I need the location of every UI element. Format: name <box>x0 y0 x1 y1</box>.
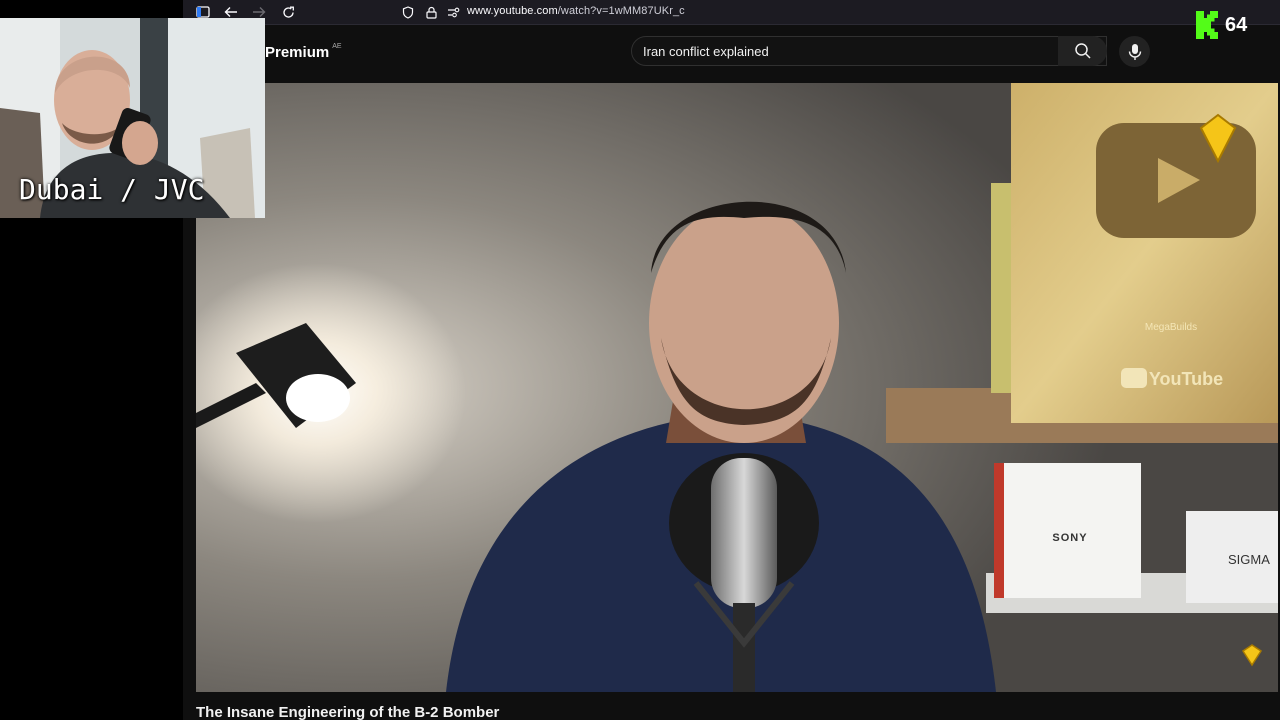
youtube-masthead: Premium AE Iran conflict explained <box>183 25 1280 82</box>
sony-box <box>1001 463 1141 598</box>
microphone <box>711 458 777 608</box>
kick-logo-icon <box>1196 11 1218 39</box>
lock-icon[interactable] <box>423 4 439 20</box>
video-frame-illustration: MegaBuilds YouTube SONY SIGMA <box>196 83 1278 692</box>
sigma-label: SIGMA <box>1228 552 1270 567</box>
plaque-name: MegaBuilds <box>1145 322 1197 333</box>
browser-toolbar: www.youtube.com/watch?v=1wMM87UKr_c <box>183 0 1280 25</box>
youtube-premium-logo[interactable]: Premium AE <box>265 43 342 61</box>
video-player[interactable]: MegaBuilds YouTube SONY SIGMA <box>196 83 1278 692</box>
voice-search-button[interactable] <box>1119 36 1150 67</box>
kick-viewer-badge: 64 <box>1196 11 1247 39</box>
sony-label: SONY <box>1052 532 1087 544</box>
url-path: /watch?v=1wMM87UKr_c <box>557 5 685 17</box>
search-icon <box>1074 43 1091 59</box>
logo-text: Premium <box>265 44 330 61</box>
region-code: AE <box>332 43 342 50</box>
plaque-brand: YouTube <box>1149 369 1223 389</box>
permissions-icon[interactable] <box>445 4 461 20</box>
presenter-face <box>649 203 839 443</box>
webcam-overlay: Dubai / JVC <box>0 18 265 218</box>
search-input[interactable]: Iran conflict explained <box>643 44 769 59</box>
video-title[interactable]: The Insane Engineering of the B-2 Bomber <box>196 704 499 720</box>
reload-icon[interactable] <box>280 4 296 20</box>
viewer-count: 64 <box>1225 13 1248 36</box>
webcam-location-label: Dubai / JVC <box>19 173 205 206</box>
search-button[interactable] <box>1058 36 1107 66</box>
url-host: www.youtube.com <box>467 5 558 17</box>
shield-icon[interactable] <box>400 4 416 20</box>
search-box[interactable]: Iran conflict explained <box>631 36 1107 66</box>
address-bar[interactable]: www.youtube.com/watch?v=1wMM87UKr_c <box>467 5 685 17</box>
microphone-icon <box>1128 43 1141 60</box>
